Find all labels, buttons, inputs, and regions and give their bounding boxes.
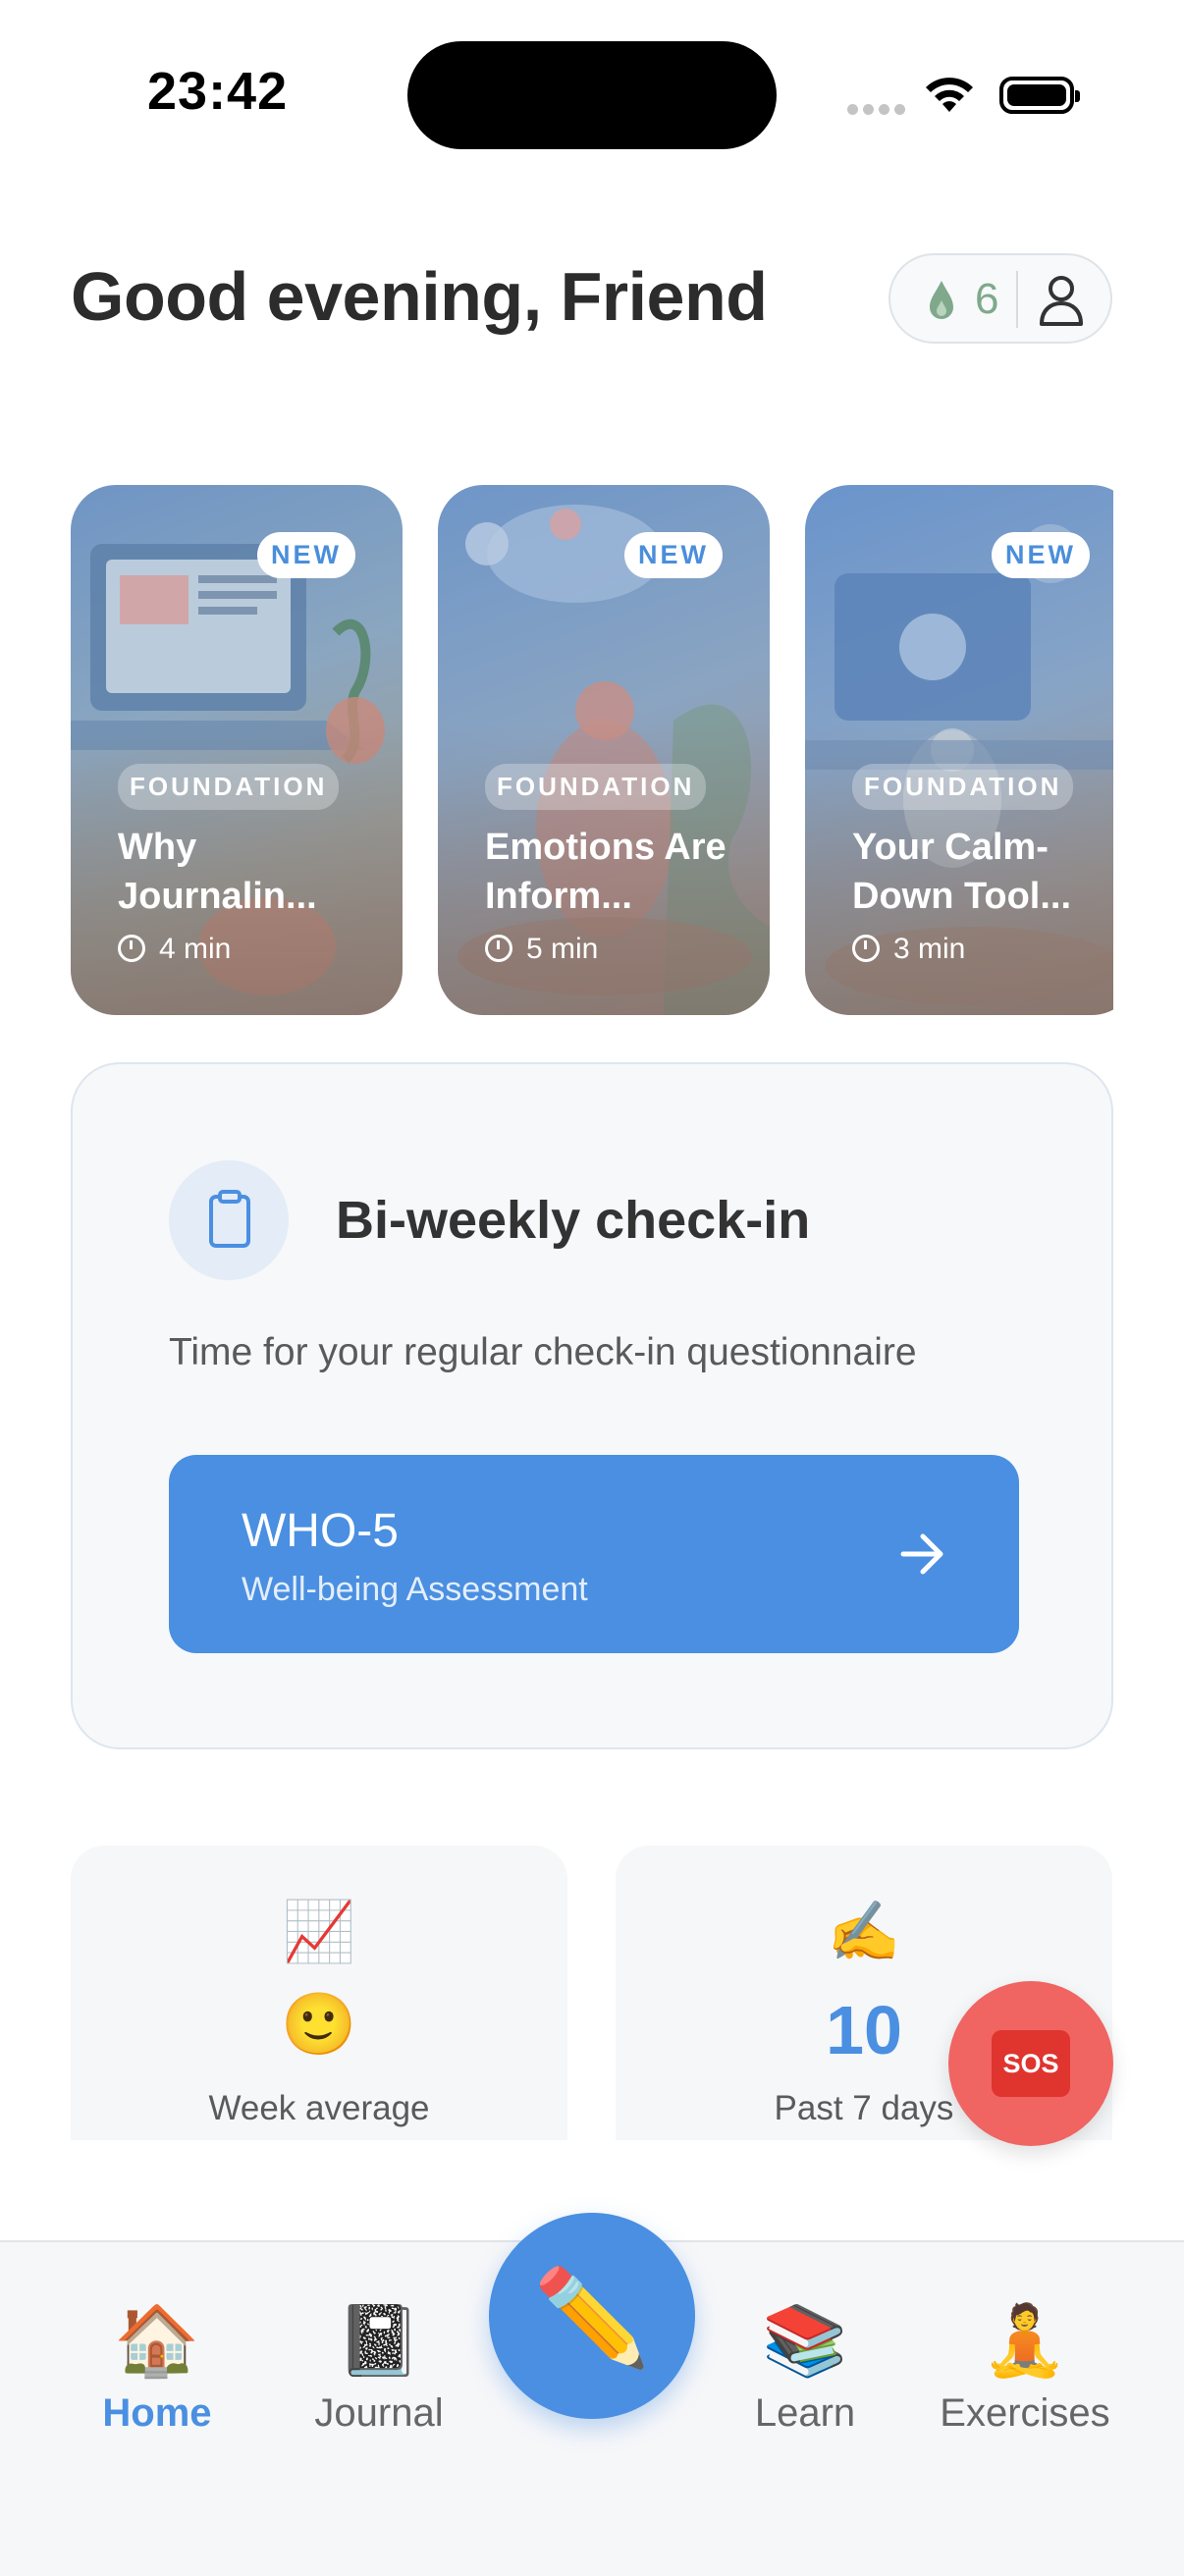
notebook-icon: 📓 [336,2302,422,2379]
tab-label: Learn [754,2391,856,2435]
stat-label: Week average [208,2089,430,2127]
chart-up-icon: 📈 [282,1899,356,1964]
week-average-stat[interactable]: 📈 🙂 Week average [71,1846,567,2140]
new-badge: NEW [992,532,1090,578]
new-badge: NEW [257,532,355,578]
clock-icon [852,935,880,962]
card-duration: 3 min [852,933,965,966]
card-title: Emotions Are Inform... [485,827,727,917]
checkin-title: Bi-weekly check-in [336,1191,811,1250]
house-icon: 🏠 [114,2302,200,2379]
sos-icon: SOS [992,2030,1070,2097]
battery-icon [999,77,1080,114]
tab-home[interactable]: 🏠 Home [49,2301,265,2436]
card-duration: 4 min [118,933,231,966]
learn-card[interactable]: NEW FOUNDATION Emotions Are Inform... 5 … [438,485,770,1015]
dynamic-island [407,41,777,149]
tab-exercises[interactable]: 🧘 Exercises [917,2301,1133,2436]
writing-hand-icon: ✍️ [827,1899,901,1964]
checkin-description: Time for your regular check-in questionn… [169,1331,917,1373]
sos-button[interactable]: SOS [948,1981,1113,2146]
card-title: Why Journalin... [118,827,317,917]
category-tag: FOUNDATION [118,764,340,810]
wifi-icon [923,73,976,119]
meditation-icon: 🧘 [982,2302,1068,2379]
arrow-right-icon [899,1531,946,1582]
streak-profile-pill[interactable]: 6 [888,253,1112,344]
greeting-title: Good evening, Friend [71,258,768,335]
new-entry-button[interactable]: ✏️ [489,2213,695,2419]
card-duration: 5 min [485,933,598,966]
tab-label: Journal [314,2391,444,2435]
clock-icon [485,935,512,962]
tab-learn[interactable]: 📚 Learn [697,2301,913,2436]
tab-label: Exercises [940,2391,1110,2435]
status-time: 23:42 [147,62,289,121]
books-icon: 📚 [762,2302,848,2379]
assessment-subtitle: Well-being Assessment [242,1571,588,1608]
cellular-signal-icon [847,102,910,120]
tab-label: Home [102,2391,212,2435]
flame-drop-icon [926,279,957,327]
who5-assessment-button[interactable]: WHO-5 Well-being Assessment [169,1455,1019,1653]
card-title: Your Calm-Down Tool... [852,827,1072,917]
learn-card[interactable]: NEW FOUNDATION Your Calm-Down Tool... 3 … [805,485,1113,1015]
new-badge: NEW [624,532,723,578]
streak-count: 6 [975,275,999,323]
tab-journal[interactable]: 📓 Journal [271,2301,487,2436]
checkin-card: Bi-weekly check-in Time for your regular… [71,1062,1113,1749]
pencil-icon: ✏️ [533,2266,651,2371]
assessment-title: WHO-5 [242,1505,399,1557]
clock-icon [118,935,145,962]
category-tag: FOUNDATION [852,764,1074,810]
clipboard-icon [169,1160,289,1280]
mood-emoji: 🙂 [281,1991,357,2059]
category-tag: FOUNDATION [485,764,707,810]
person-icon[interactable] [1034,271,1089,333]
learn-card[interactable]: NEW FOUNDATION Why Journalin... 4 min [71,485,403,1015]
learn-cards-carousel[interactable]: NEW FOUNDATION Why Journalin... 4 min NE… [71,485,1113,1015]
pill-divider [1016,271,1018,328]
